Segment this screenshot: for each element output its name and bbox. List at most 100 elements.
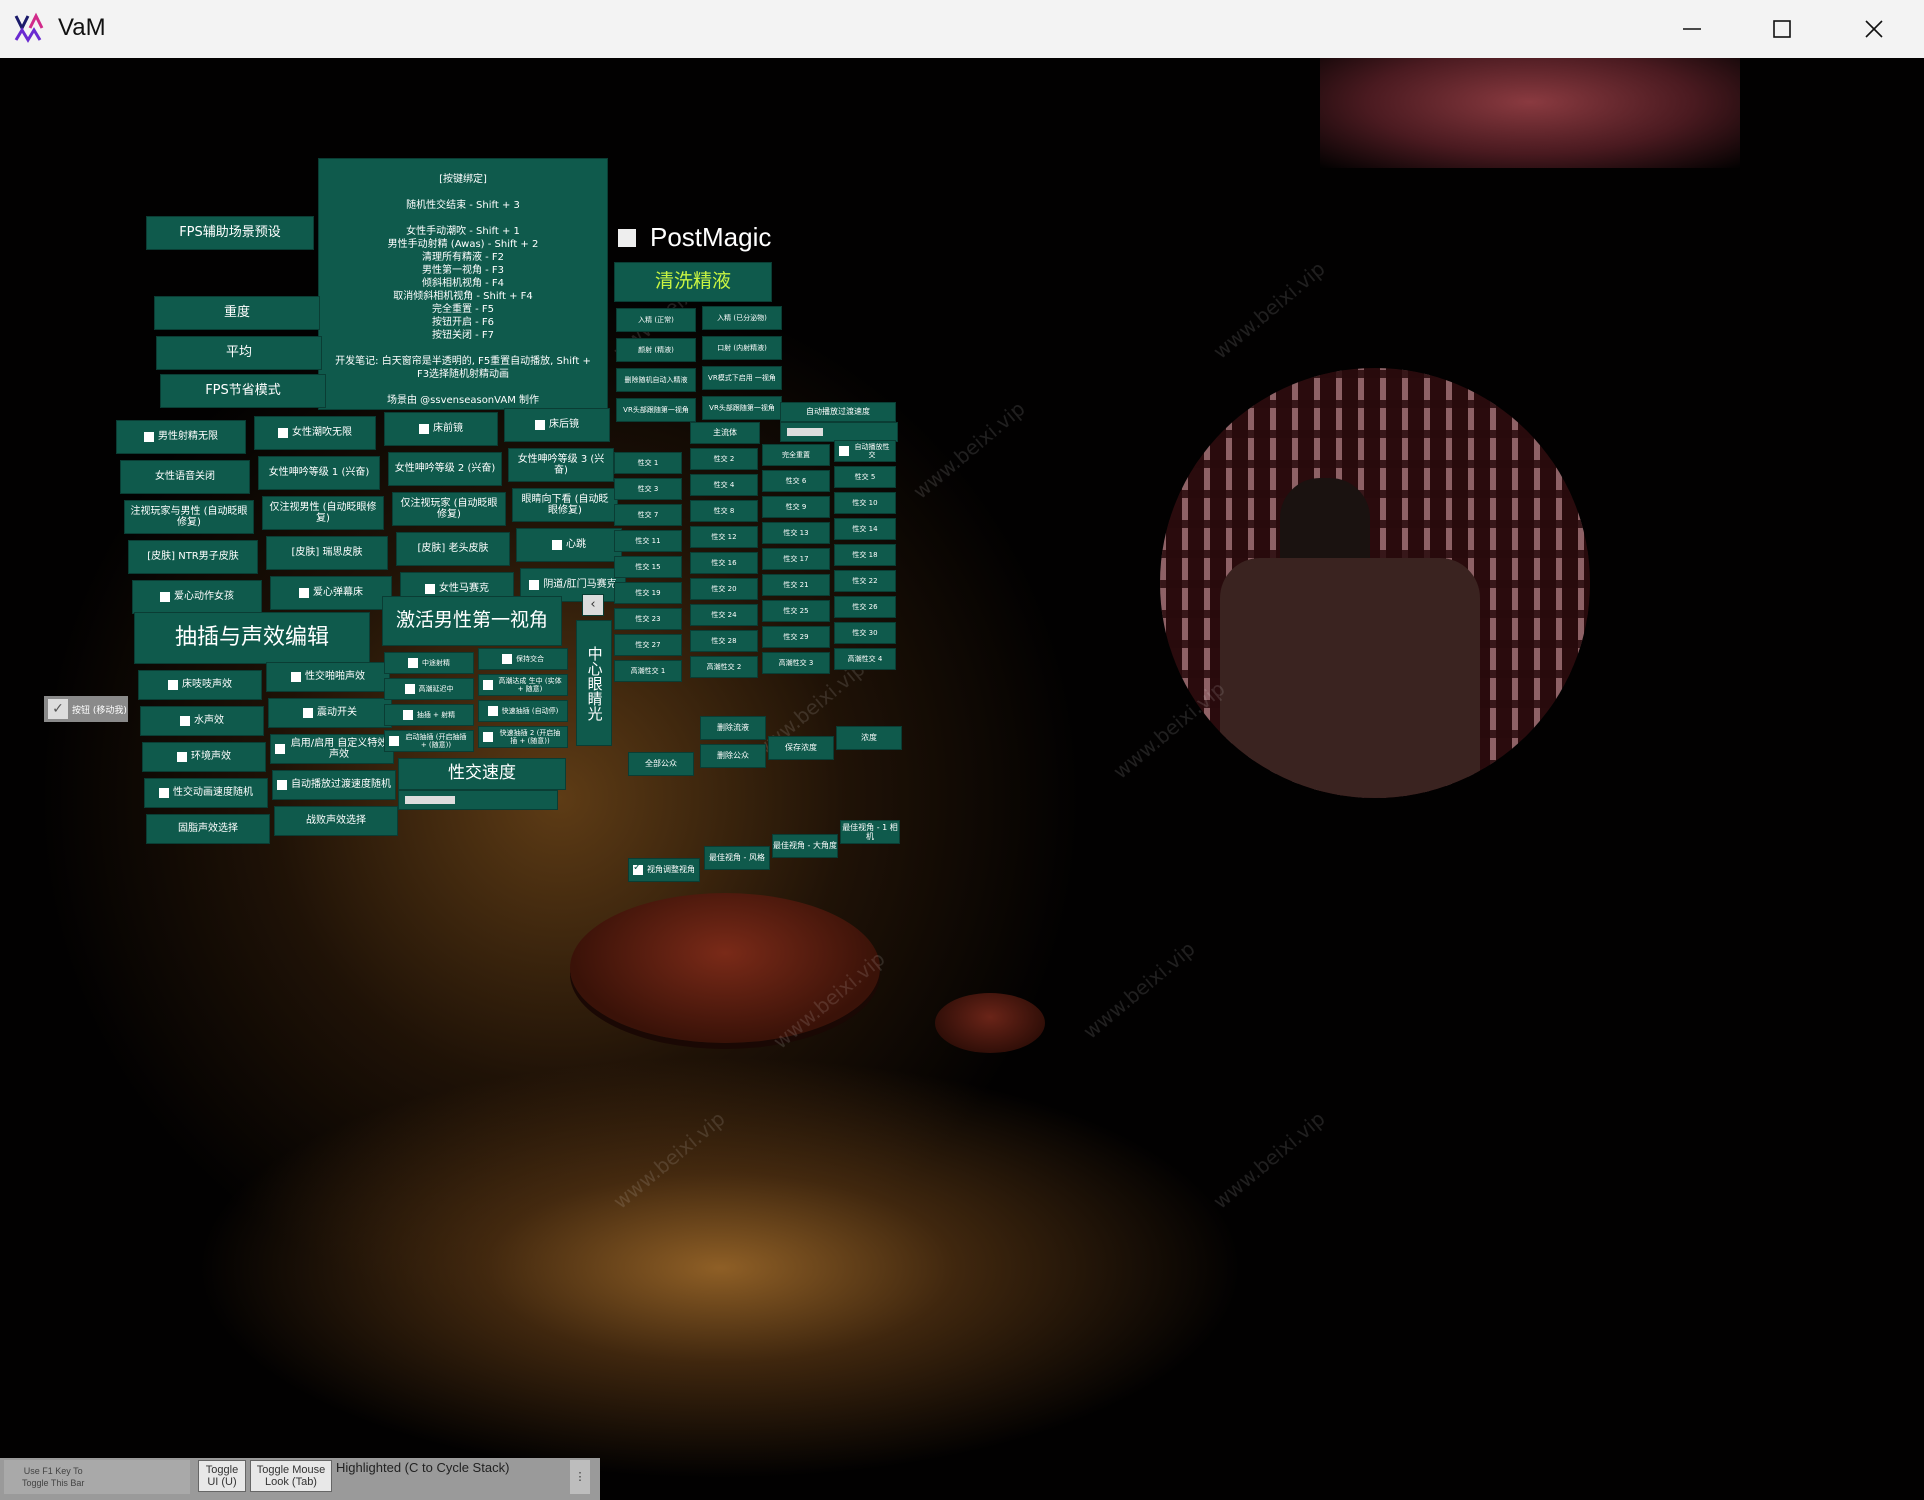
checkbox[interactable] — [552, 540, 562, 550]
position-button[interactable]: 性交 23 — [614, 608, 682, 630]
position-button[interactable]: 高潮性交 2 — [690, 656, 758, 678]
position-button[interactable]: 高潮性交 3 — [762, 652, 830, 674]
camera-adjust-button[interactable]: 视角调整视角 — [628, 858, 700, 882]
checkbox[interactable] — [278, 428, 288, 438]
fps-preset-button[interactable]: FPS辅助场景预设 — [146, 216, 314, 250]
option-button[interactable]: 仅注视男性 (自动眨眼修复) — [262, 496, 384, 530]
position-button[interactable]: 性交 6 — [762, 470, 830, 492]
pov-option[interactable]: 高潮达成 生中 (实体 + 随意) — [478, 674, 568, 696]
checkbox[interactable] — [483, 732, 493, 742]
fluid-button[interactable]: VR头部跟随第一视角 — [702, 396, 782, 420]
main-fluid-button[interactable]: 主流体 — [690, 422, 760, 444]
position-button[interactable]: 性交 12 — [690, 526, 758, 548]
position-button[interactable]: 性交 7 — [614, 504, 682, 526]
heavy-mode-button[interactable]: 重度 — [154, 296, 320, 330]
checkbox[interactable] — [502, 654, 512, 664]
checkbox[interactable] — [408, 658, 418, 668]
position-button[interactable]: 性交 17 — [762, 548, 830, 570]
move-handle-toggle[interactable]: ✓ 按钮 (移动我) — [44, 696, 128, 722]
checkbox[interactable] — [159, 788, 169, 798]
toggle-ui-button[interactable]: Toggle UI (U) — [198, 1460, 246, 1492]
best-view-camera-button[interactable]: 最佳视角 - 1 相机 — [840, 820, 900, 844]
public-all-button[interactable]: 全部公众 — [628, 752, 694, 776]
checkbox[interactable] — [389, 736, 399, 746]
fluid-button[interactable]: 入精 (已分泌物) — [702, 306, 782, 330]
best-view-wide-button[interactable]: 最佳视角 - 大角度 — [772, 834, 838, 858]
option-button[interactable]: 女性语音关闭 — [120, 460, 250, 494]
option-button[interactable]: 床前镜 — [384, 412, 498, 446]
option-button[interactable]: 女性呻吟等级 1 (兴奋) — [258, 456, 380, 490]
postmagic-checkbox[interactable] — [618, 228, 636, 247]
position-button[interactable]: 性交 15 — [614, 556, 682, 578]
position-button[interactable]: 性交 25 — [762, 600, 830, 622]
position-button[interactable]: 性交 9 — [762, 496, 830, 518]
checkbox[interactable] — [299, 588, 309, 598]
balanced-mode-button[interactable]: 平均 — [156, 336, 322, 370]
checkbox[interactable] — [144, 432, 154, 442]
sound-option[interactable]: 水声效 — [140, 706, 264, 736]
pov-option[interactable]: 快速抽插 (自动停) — [478, 700, 568, 722]
delete-fluid-button[interactable]: 删除流液 — [700, 716, 766, 740]
checkbox[interactable] — [535, 420, 545, 430]
position-button[interactable]: 性交 28 — [690, 630, 758, 652]
maximize-button[interactable] — [1736, 0, 1828, 58]
sound-option[interactable]: 性交动画速度随机 — [144, 778, 268, 808]
checkbox[interactable] — [425, 584, 435, 594]
option-button[interactable]: 男性射精无限 — [116, 420, 246, 454]
sound-option[interactable]: 固脂声效选择 — [146, 814, 270, 844]
position-button[interactable]: 性交 1 — [614, 452, 682, 474]
position-button[interactable]: 性交 11 — [614, 530, 682, 552]
checkbox[interactable] — [180, 716, 190, 726]
center-eye-light-button[interactable]: 中心眼睛光 — [576, 620, 612, 746]
option-button[interactable]: [皮肤] 老头皮肤 — [396, 532, 510, 566]
position-button[interactable]: 性交 4 — [690, 474, 758, 496]
position-button[interactable]: 性交 14 — [834, 518, 896, 540]
option-button[interactable]: 女性呻吟等级 2 (兴奋) — [388, 452, 502, 486]
position-button[interactable]: 高潮性交 4 — [834, 648, 896, 670]
position-button[interactable]: 性交 26 — [834, 596, 896, 618]
fluid-button[interactable]: 口射 (内射精液) — [702, 336, 782, 360]
checkbox[interactable] — [402, 710, 413, 720]
position-button[interactable]: 性交 21 — [762, 574, 830, 596]
position-button[interactable]: 性交 22 — [834, 570, 896, 592]
male-pov-heading[interactable]: 激活男性第一视角 — [382, 596, 562, 646]
delete-public-button[interactable]: 删除公众 — [700, 744, 766, 768]
pov-option[interactable]: 高潮延迟中 — [384, 678, 474, 700]
collapse-chevron-icon[interactable]: ‹ — [582, 594, 604, 616]
sound-option[interactable]: 床吱吱声效 — [138, 670, 262, 700]
postmagic-toggle[interactable]: PostMagic — [618, 222, 771, 253]
position-button[interactable]: 性交 30 — [834, 622, 896, 644]
position-button[interactable]: 性交 2 — [690, 448, 758, 470]
option-button[interactable]: 注视玩家与男性 (自动眨眼修复) — [124, 500, 254, 534]
position-button[interactable]: 性交 24 — [690, 604, 758, 626]
clean-fluid-button[interactable]: 清洗精液 — [614, 262, 772, 302]
sound-option[interactable]: 启用/启用 自定义特效声效 — [270, 734, 394, 764]
sound-option[interactable]: 自动播放过渡速度随机 — [272, 770, 396, 800]
option-button[interactable]: 女性呻吟等级 3 (兴奋) — [508, 448, 614, 482]
checkbox[interactable] — [160, 592, 170, 602]
fluid-button[interactable]: VR模式下启用 一视角 — [702, 366, 782, 390]
sound-option[interactable]: 性交啪啪声效 — [266, 662, 390, 692]
sex-speed-slider[interactable] — [398, 790, 558, 810]
density-button[interactable]: 浓度 — [836, 726, 902, 750]
option-button[interactable]: 仅注视玩家 (自动眨眼修复) — [392, 492, 506, 526]
position-button[interactable]: 高潮性交 1 — [614, 660, 682, 682]
checkbox[interactable] — [168, 680, 178, 690]
option-button[interactable]: 爱心弹幕床 — [270, 576, 392, 610]
pov-option[interactable]: 中途射精 — [384, 652, 474, 674]
position-button[interactable]: 性交 3 — [614, 478, 682, 500]
option-button[interactable]: [皮肤] NTR男子皮肤 — [128, 540, 258, 574]
checkbox[interactable] — [839, 446, 849, 456]
checkbox[interactable] — [177, 752, 187, 762]
checkbox[interactable] — [483, 680, 493, 690]
checkbox[interactable] — [303, 708, 313, 718]
checkbox[interactable] — [529, 580, 540, 590]
position-button[interactable]: 性交 27 — [614, 634, 682, 656]
option-button[interactable]: 床后镜 — [504, 408, 610, 442]
auto-speed-slider[interactable] — [780, 422, 898, 442]
position-button[interactable]: 性交 16 — [690, 552, 758, 574]
checkbox[interactable] — [633, 862, 643, 875]
sound-option[interactable]: 战败声效选择 — [274, 806, 398, 836]
save-density-button[interactable]: 保存浓度 — [768, 736, 834, 760]
checkbox[interactable] — [275, 744, 285, 754]
